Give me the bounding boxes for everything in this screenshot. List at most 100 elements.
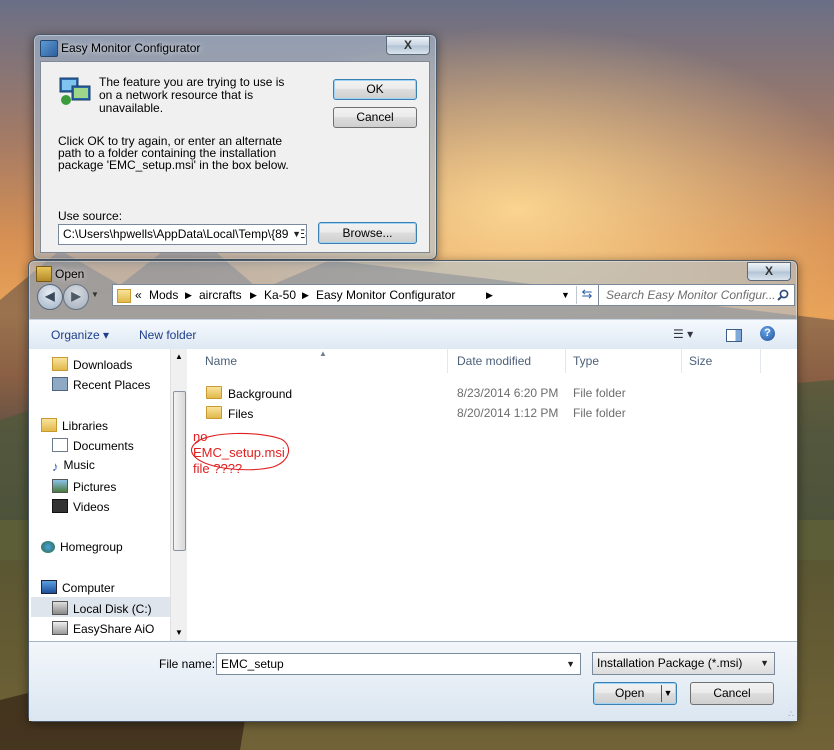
- file-date-cell: 8/20/2014 1:12 PM: [457, 406, 559, 420]
- file-name-value: EMC_setup: [221, 657, 284, 671]
- search-icon[interactable]: [777, 289, 789, 301]
- scroll-up-icon[interactable]: ▲: [175, 352, 183, 361]
- file-type-cell: File folder: [573, 386, 626, 400]
- nav-item-videos[interactable]: Videos: [52, 499, 109, 514]
- chevron-down-icon[interactable]: ▼: [760, 653, 769, 674]
- sort-ascending-icon: ▲: [319, 349, 327, 358]
- recent-places-icon: [52, 377, 68, 391]
- table-row[interactable]: Files 8/20/2014 1:12 PM File folder: [197, 403, 787, 423]
- msi-dialog-close-button[interactable]: X: [386, 36, 430, 55]
- nav-label: Libraries: [62, 419, 109, 433]
- open-dialog-close-button[interactable]: X: [747, 262, 791, 281]
- breadcrumb-separator-icon[interactable]: ▶: [302, 290, 309, 301]
- msi-dialog-instructions: Click OK to try again, or enter an alter…: [58, 134, 289, 172]
- installer-app-icon: [40, 40, 58, 57]
- file-name-input[interactable]: EMC_setup ▼: [216, 653, 581, 675]
- scrollbar-thumb[interactable]: [173, 391, 186, 551]
- disk-icon: [52, 601, 68, 615]
- open-split-chevron-icon[interactable]: ▼: [661, 685, 674, 702]
- msi-dialog-body: The feature you are trying to use is on …: [40, 61, 430, 253]
- browse-button[interactable]: Browse...: [318, 222, 417, 244]
- column-header-date[interactable]: Date modified: [449, 349, 566, 373]
- breadcrumb-aircrafts[interactable]: aircrafts: [199, 288, 242, 302]
- nav-item-easyshare[interactable]: EasyShare AiO: [52, 621, 154, 636]
- msi-cancel-button[interactable]: Cancel: [333, 107, 417, 128]
- search-box[interactable]: Search Easy Monitor Configur...: [598, 284, 795, 306]
- open-button[interactable]: Open ▼: [593, 682, 677, 705]
- folder-icon: [206, 406, 222, 419]
- drive-icon: [52, 621, 68, 635]
- annotation-circle: [190, 432, 290, 471]
- nav-item-homegroup[interactable]: Homegroup: [41, 540, 123, 554]
- file-name: Background: [228, 387, 293, 401]
- chevron-down-icon[interactable]: ▼: [289, 225, 301, 244]
- chevron-down-icon[interactable]: ▼: [566, 654, 575, 674]
- open-file-dialog: Open X ◀ ▶ ▼ « Mods ▶ aircrafts ▶ Ka-50 …: [28, 260, 798, 722]
- open-button-label: Open: [615, 686, 645, 700]
- ok-button[interactable]: OK: [333, 79, 417, 100]
- videos-icon: [52, 499, 68, 513]
- column-header-size[interactable]: Size: [681, 349, 761, 373]
- nav-pane-scrollbar[interactable]: ▲ ▼: [170, 349, 187, 641]
- help-icon[interactable]: ?: [760, 326, 775, 341]
- pictures-icon: [52, 479, 68, 493]
- file-type-select[interactable]: Installation Package (*.msi) ▼: [592, 652, 775, 675]
- view-options-icon[interactable]: ☰ ▾: [673, 327, 693, 341]
- breadcrumb-ka50[interactable]: Ka-50: [264, 288, 296, 302]
- table-row[interactable]: Background 8/23/2014 6:20 PM File folder: [197, 383, 787, 403]
- open-cancel-button[interactable]: Cancel: [690, 682, 774, 705]
- address-history-chevron-icon[interactable]: ▼: [561, 290, 570, 300]
- navigation-bar: ◀ ▶ ▼ « Mods ▶ aircrafts ▶ Ka-50 ▶ Easy …: [35, 281, 795, 311]
- search-placeholder: Search Easy Monitor Configur...: [606, 288, 776, 302]
- refresh-icon[interactable]: ⇆: [576, 286, 597, 304]
- file-name-label: File name:: [159, 657, 216, 671]
- forward-button[interactable]: ▶: [63, 284, 89, 310]
- resize-grip-icon[interactable]: ∴: [788, 709, 794, 720]
- nav-item-documents[interactable]: Documents: [52, 438, 134, 453]
- nav-item-pictures[interactable]: Pictures: [52, 479, 116, 494]
- file-type-value: Installation Package (*.msi): [597, 656, 743, 670]
- address-bar[interactable]: « Mods ▶ aircrafts ▶ Ka-50 ▶ Easy Monito…: [112, 284, 622, 306]
- scroll-down-icon[interactable]: ▼: [175, 628, 183, 637]
- msi-dialog-title: Easy Monitor Configurator: [61, 41, 201, 55]
- nav-label: Computer: [62, 581, 115, 595]
- open-dialog-title: Open: [55, 267, 85, 281]
- nav-label: Downloads: [73, 358, 133, 372]
- nav-item-music[interactable]: ♪ Music: [52, 458, 95, 474]
- nav-label: Documents: [73, 439, 134, 453]
- column-header-type[interactable]: Type: [565, 349, 682, 373]
- use-source-value: C:\Users\hpwells\AppData\Local\Temp\{89C…: [63, 227, 307, 241]
- open-dialog-titlebar[interactable]: Open X: [29, 261, 797, 283]
- breadcrumb-current-folder[interactable]: Easy Monitor Configurator: [316, 288, 455, 302]
- preview-pane-icon[interactable]: [726, 329, 742, 342]
- breadcrumb-separator-icon[interactable]: ▶: [250, 290, 257, 301]
- libraries-icon: [41, 418, 57, 432]
- breadcrumb-separator-icon[interactable]: ▶: [185, 290, 192, 301]
- nav-item-libraries[interactable]: Libraries: [41, 418, 108, 433]
- network-warning-icon: [59, 77, 91, 105]
- msi-source-dialog: Easy Monitor Configurator X The feature …: [33, 34, 437, 260]
- downloads-icon: [52, 357, 68, 371]
- documents-icon: [52, 438, 68, 452]
- nav-label: Music: [63, 458, 95, 472]
- computer-icon: [41, 580, 57, 594]
- new-folder-button[interactable]: New folder: [139, 328, 196, 342]
- breadcrumb-overflow[interactable]: «: [135, 288, 142, 302]
- nav-item-computer[interactable]: Computer: [41, 580, 115, 595]
- msi-dialog-titlebar[interactable]: Easy Monitor Configurator X: [34, 35, 436, 61]
- back-button[interactable]: ◀: [37, 284, 63, 310]
- nav-item-downloads[interactable]: Downloads: [52, 357, 132, 372]
- file-list: Name ▲ Date modified Type Size Backgroun…: [187, 349, 797, 641]
- use-source-combobox[interactable]: C:\Users\hpwells\AppData\Local\Temp\{89C…: [58, 224, 307, 245]
- breadcrumb-mods[interactable]: Mods: [149, 288, 178, 302]
- file-name-cell: Files: [206, 406, 253, 421]
- recent-pages-chevron-icon[interactable]: ▼: [91, 290, 99, 299]
- nav-item-recent-places[interactable]: Recent Places: [52, 377, 150, 392]
- folder-icon: [206, 386, 222, 399]
- file-selection-pane: File name: EMC_setup ▼ Installation Pack…: [29, 641, 797, 721]
- organize-button[interactable]: Organize ▾: [51, 328, 109, 342]
- breadcrumb-separator-icon[interactable]: ▶: [486, 290, 493, 301]
- file-name-cell: Background: [206, 386, 292, 401]
- nav-label: Local Disk (C:): [73, 602, 152, 616]
- nav-item-local-disk[interactable]: Local Disk (C:): [52, 601, 152, 616]
